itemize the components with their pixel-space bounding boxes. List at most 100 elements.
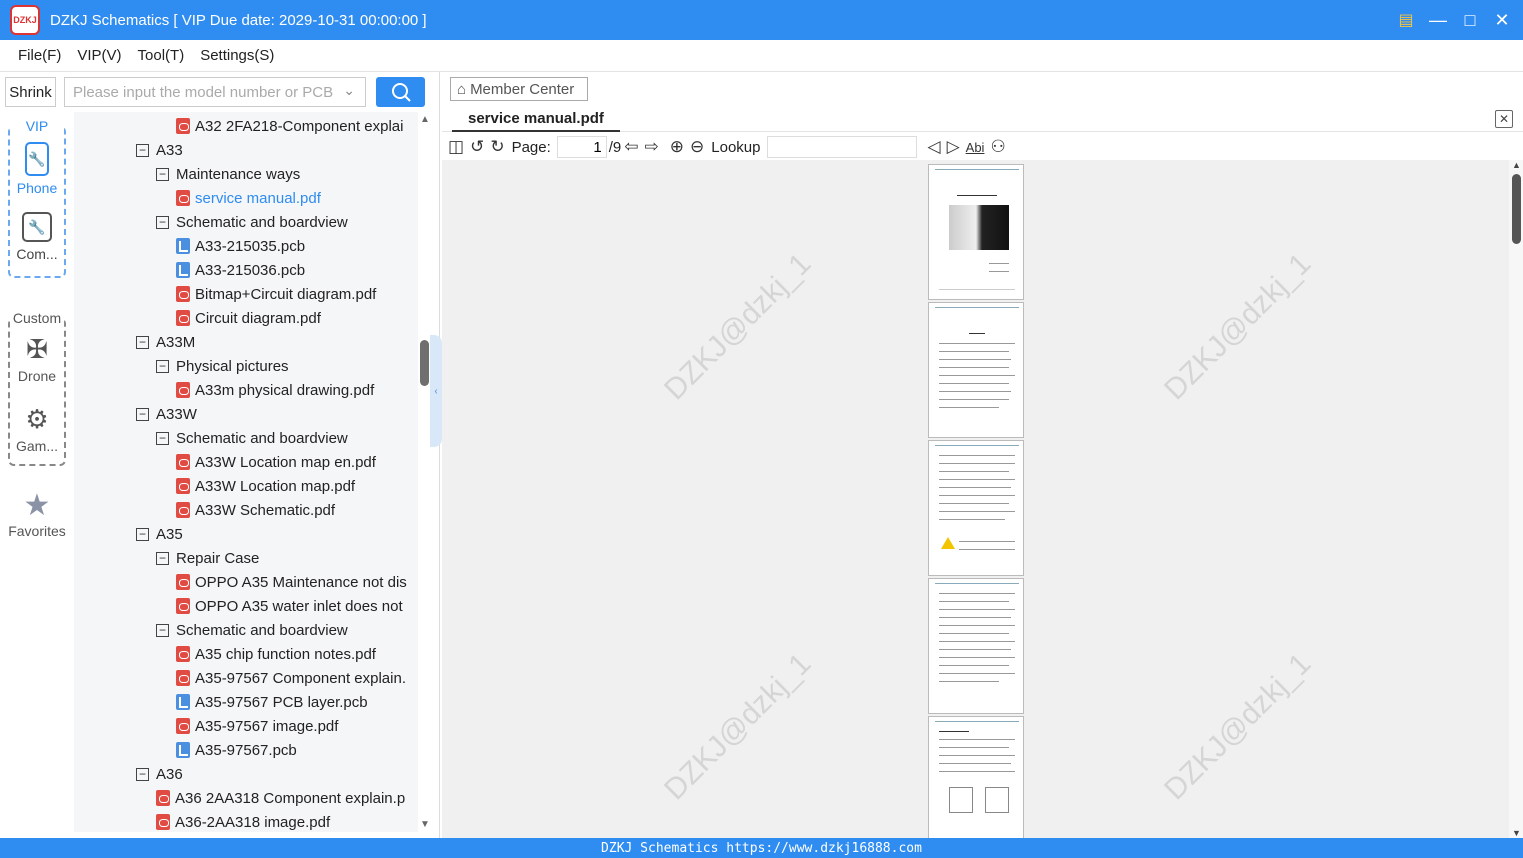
close-tab-icon[interactable]: ✕	[1495, 110, 1513, 128]
tree-item-label: Maintenance ways	[176, 165, 301, 183]
zoom-out-icon[interactable]: ⊖	[690, 137, 704, 157]
tree-file-item[interactable]: A33-215036.pcb	[176, 258, 305, 282]
watermark-text: DZKJ@dzkj_1	[658, 247, 818, 407]
scroll-up-icon[interactable]: ▲	[420, 114, 430, 125]
close-button[interactable]: ✕	[1493, 10, 1511, 31]
collapse-icon[interactable]: −	[156, 623, 169, 637]
collapse-panel-handle[interactable]: ‹	[430, 335, 442, 447]
tree-folder-item[interactable]: − A35	[136, 522, 183, 546]
menu-file[interactable]: File(F)	[18, 47, 61, 64]
maximize-button[interactable]: □	[1461, 10, 1479, 31]
tree-file-item[interactable]: A35-97567.pcb	[176, 738, 297, 762]
scroll-up-icon[interactable]: ▲	[1512, 160, 1521, 170]
tree-folder-item[interactable]: − Physical pictures	[156, 354, 289, 378]
tree-file-item[interactable]: A33m physical drawing.pdf	[176, 378, 374, 402]
tree-scroll-thumb[interactable]	[420, 340, 429, 386]
tree-item-label: A35 chip function notes.pdf	[195, 645, 376, 663]
search-input[interactable]: Please input the model number or PCB ⌄	[64, 77, 366, 107]
tree-file-item[interactable]: A32 2FA218-Component explai	[176, 114, 403, 138]
member-center-button[interactable]: ⌂ Member Center	[450, 77, 588, 101]
phone-category[interactable]: 🔧 Phone	[10, 142, 64, 196]
collapse-icon[interactable]: −	[136, 767, 149, 781]
two-page-icon[interactable]: ◫	[448, 137, 464, 157]
pdf-page-thumbnail[interactable]	[928, 302, 1024, 438]
collapse-icon[interactable]: −	[136, 407, 149, 421]
tree-file-item[interactable]: A33-215035.pcb	[176, 234, 305, 258]
collapse-icon[interactable]: −	[156, 431, 169, 445]
tree-item-label: Physical pictures	[176, 357, 289, 375]
search-button[interactable]	[376, 77, 425, 107]
minimize-button[interactable]: —	[1429, 10, 1447, 31]
game-category[interactable]: ⚙ Gam...	[10, 404, 64, 455]
tree-folder-item[interactable]: − Maintenance ways	[156, 162, 300, 186]
collapse-icon[interactable]: −	[156, 215, 169, 229]
pdf-file-icon	[176, 574, 190, 590]
rotate-right-icon[interactable]: ↻	[490, 137, 504, 157]
drone-category[interactable]: ✠ Drone	[10, 334, 64, 385]
tree-file-item[interactable]: A33W Schematic.pdf	[176, 498, 335, 522]
rotate-left-icon[interactable]: ↺	[470, 137, 484, 157]
next-page-icon[interactable]: ⇨	[645, 137, 659, 157]
tab-service-manual[interactable]: service manual.pdf	[452, 106, 620, 132]
tree-folder-item[interactable]: − A36	[136, 762, 183, 786]
tree-file-item[interactable]: Circuit diagram.pdf	[176, 306, 321, 330]
shrink-button[interactable]: Shrink	[5, 77, 56, 107]
favorites-category[interactable]: ★ Favorites	[0, 488, 74, 539]
zoom-in-icon[interactable]: ⊕	[670, 137, 684, 157]
prev-page-icon[interactable]: ⇦	[624, 137, 638, 157]
collapse-icon[interactable]: −	[156, 167, 169, 181]
tree-file-item[interactable]: A35 chip function notes.pdf	[176, 642, 376, 666]
page-number-input[interactable]	[556, 136, 607, 158]
tree-folder-item[interactable]: − A33	[136, 138, 183, 162]
tree-file-item[interactable]: A36 2AA318 Component explain.p	[156, 786, 405, 810]
pdf-viewer[interactable]: DZKJ@dzkj_1 DZKJ@dzkj_1 DZKJ@dzkj_1 DZKJ…	[442, 160, 1523, 838]
tree-folder-item[interactable]: − Schematic and boardview	[156, 618, 348, 642]
computer-category[interactable]: 🔧 Com...	[10, 212, 64, 262]
collapse-icon[interactable]: −	[136, 143, 149, 157]
tree-file-item[interactable]: service manual.pdf	[176, 186, 321, 210]
binoculars-icon[interactable]: ⚇	[990, 137, 1005, 157]
find-next-icon[interactable]: ▷	[947, 137, 960, 157]
collapse-icon[interactable]: −	[136, 527, 149, 541]
warning-icon	[941, 537, 955, 549]
menu-vip[interactable]: VIP(V)	[77, 47, 121, 64]
lock-icon[interactable]: ▤	[1397, 10, 1415, 30]
pdf-page-thumbnail[interactable]	[928, 164, 1024, 300]
tree-file-item[interactable]: A33W Location map en.pdf	[176, 450, 376, 474]
tree-file-item[interactable]: A33W Location map.pdf	[176, 474, 355, 498]
tree-file-item[interactable]: OPPO A35 water inlet does not	[176, 594, 403, 618]
menu-tool[interactable]: Tool(T)	[138, 47, 185, 64]
menu-settings[interactable]: Settings(S)	[200, 47, 274, 64]
find-prev-icon[interactable]: ◁	[928, 137, 941, 157]
tree-file-item[interactable]: A35-97567 Component explain.	[176, 666, 406, 690]
collapse-icon[interactable]: −	[136, 335, 149, 349]
pdf-page-thumbnail[interactable]	[928, 578, 1024, 714]
tree-folder-item[interactable]: − Schematic and boardview	[156, 426, 348, 450]
viewer-scrollbar[interactable]: ▲ ▼	[1509, 160, 1523, 838]
scroll-down-icon[interactable]: ▼	[1512, 828, 1521, 838]
tree-item-label: A35-97567 image.pdf	[195, 717, 339, 735]
tree-file-item[interactable]: A35-97567 image.pdf	[176, 714, 338, 738]
tree-folder-item[interactable]: − Schematic and boardview	[156, 210, 348, 234]
status-bar: DZKJ Schematics https://www.dzkj16888.co…	[0, 838, 1523, 858]
pdf-page-thumbnail[interactable]	[928, 716, 1024, 838]
chevron-down-icon[interactable]: ⌄	[343, 82, 355, 99]
scroll-down-icon[interactable]: ▼	[420, 819, 430, 830]
tree-item-label: Schematic and boardview	[176, 429, 348, 447]
tree-folder-item[interactable]: − Repair Case	[156, 546, 259, 570]
tree-file-item[interactable]: A35-97567 PCB layer.pcb	[176, 690, 368, 714]
tree-folder-item[interactable]: − A33M	[136, 330, 195, 354]
tree-scrollbar[interactable]: ▲ ▼	[418, 112, 432, 832]
collapse-icon[interactable]: −	[156, 359, 169, 373]
tree-file-item[interactable]: OPPO A35 Maintenance not dis	[176, 570, 407, 594]
lookup-input[interactable]	[766, 136, 917, 158]
tree-folder-item[interactable]: − A33W	[136, 402, 197, 426]
match-case-icon[interactable]: Abi	[966, 140, 985, 155]
collapse-icon[interactable]: −	[156, 551, 169, 565]
pdf-page-thumbnail[interactable]	[928, 440, 1024, 576]
tree-file-item[interactable]: A36-2AA318 image.pdf	[156, 810, 330, 832]
viewer-scroll-thumb[interactable]	[1512, 174, 1521, 244]
tree-item-label: Repair Case	[176, 549, 260, 567]
tree-file-item[interactable]: Bitmap+Circuit diagram.pdf	[176, 282, 376, 306]
pcb-file-icon	[176, 694, 190, 710]
